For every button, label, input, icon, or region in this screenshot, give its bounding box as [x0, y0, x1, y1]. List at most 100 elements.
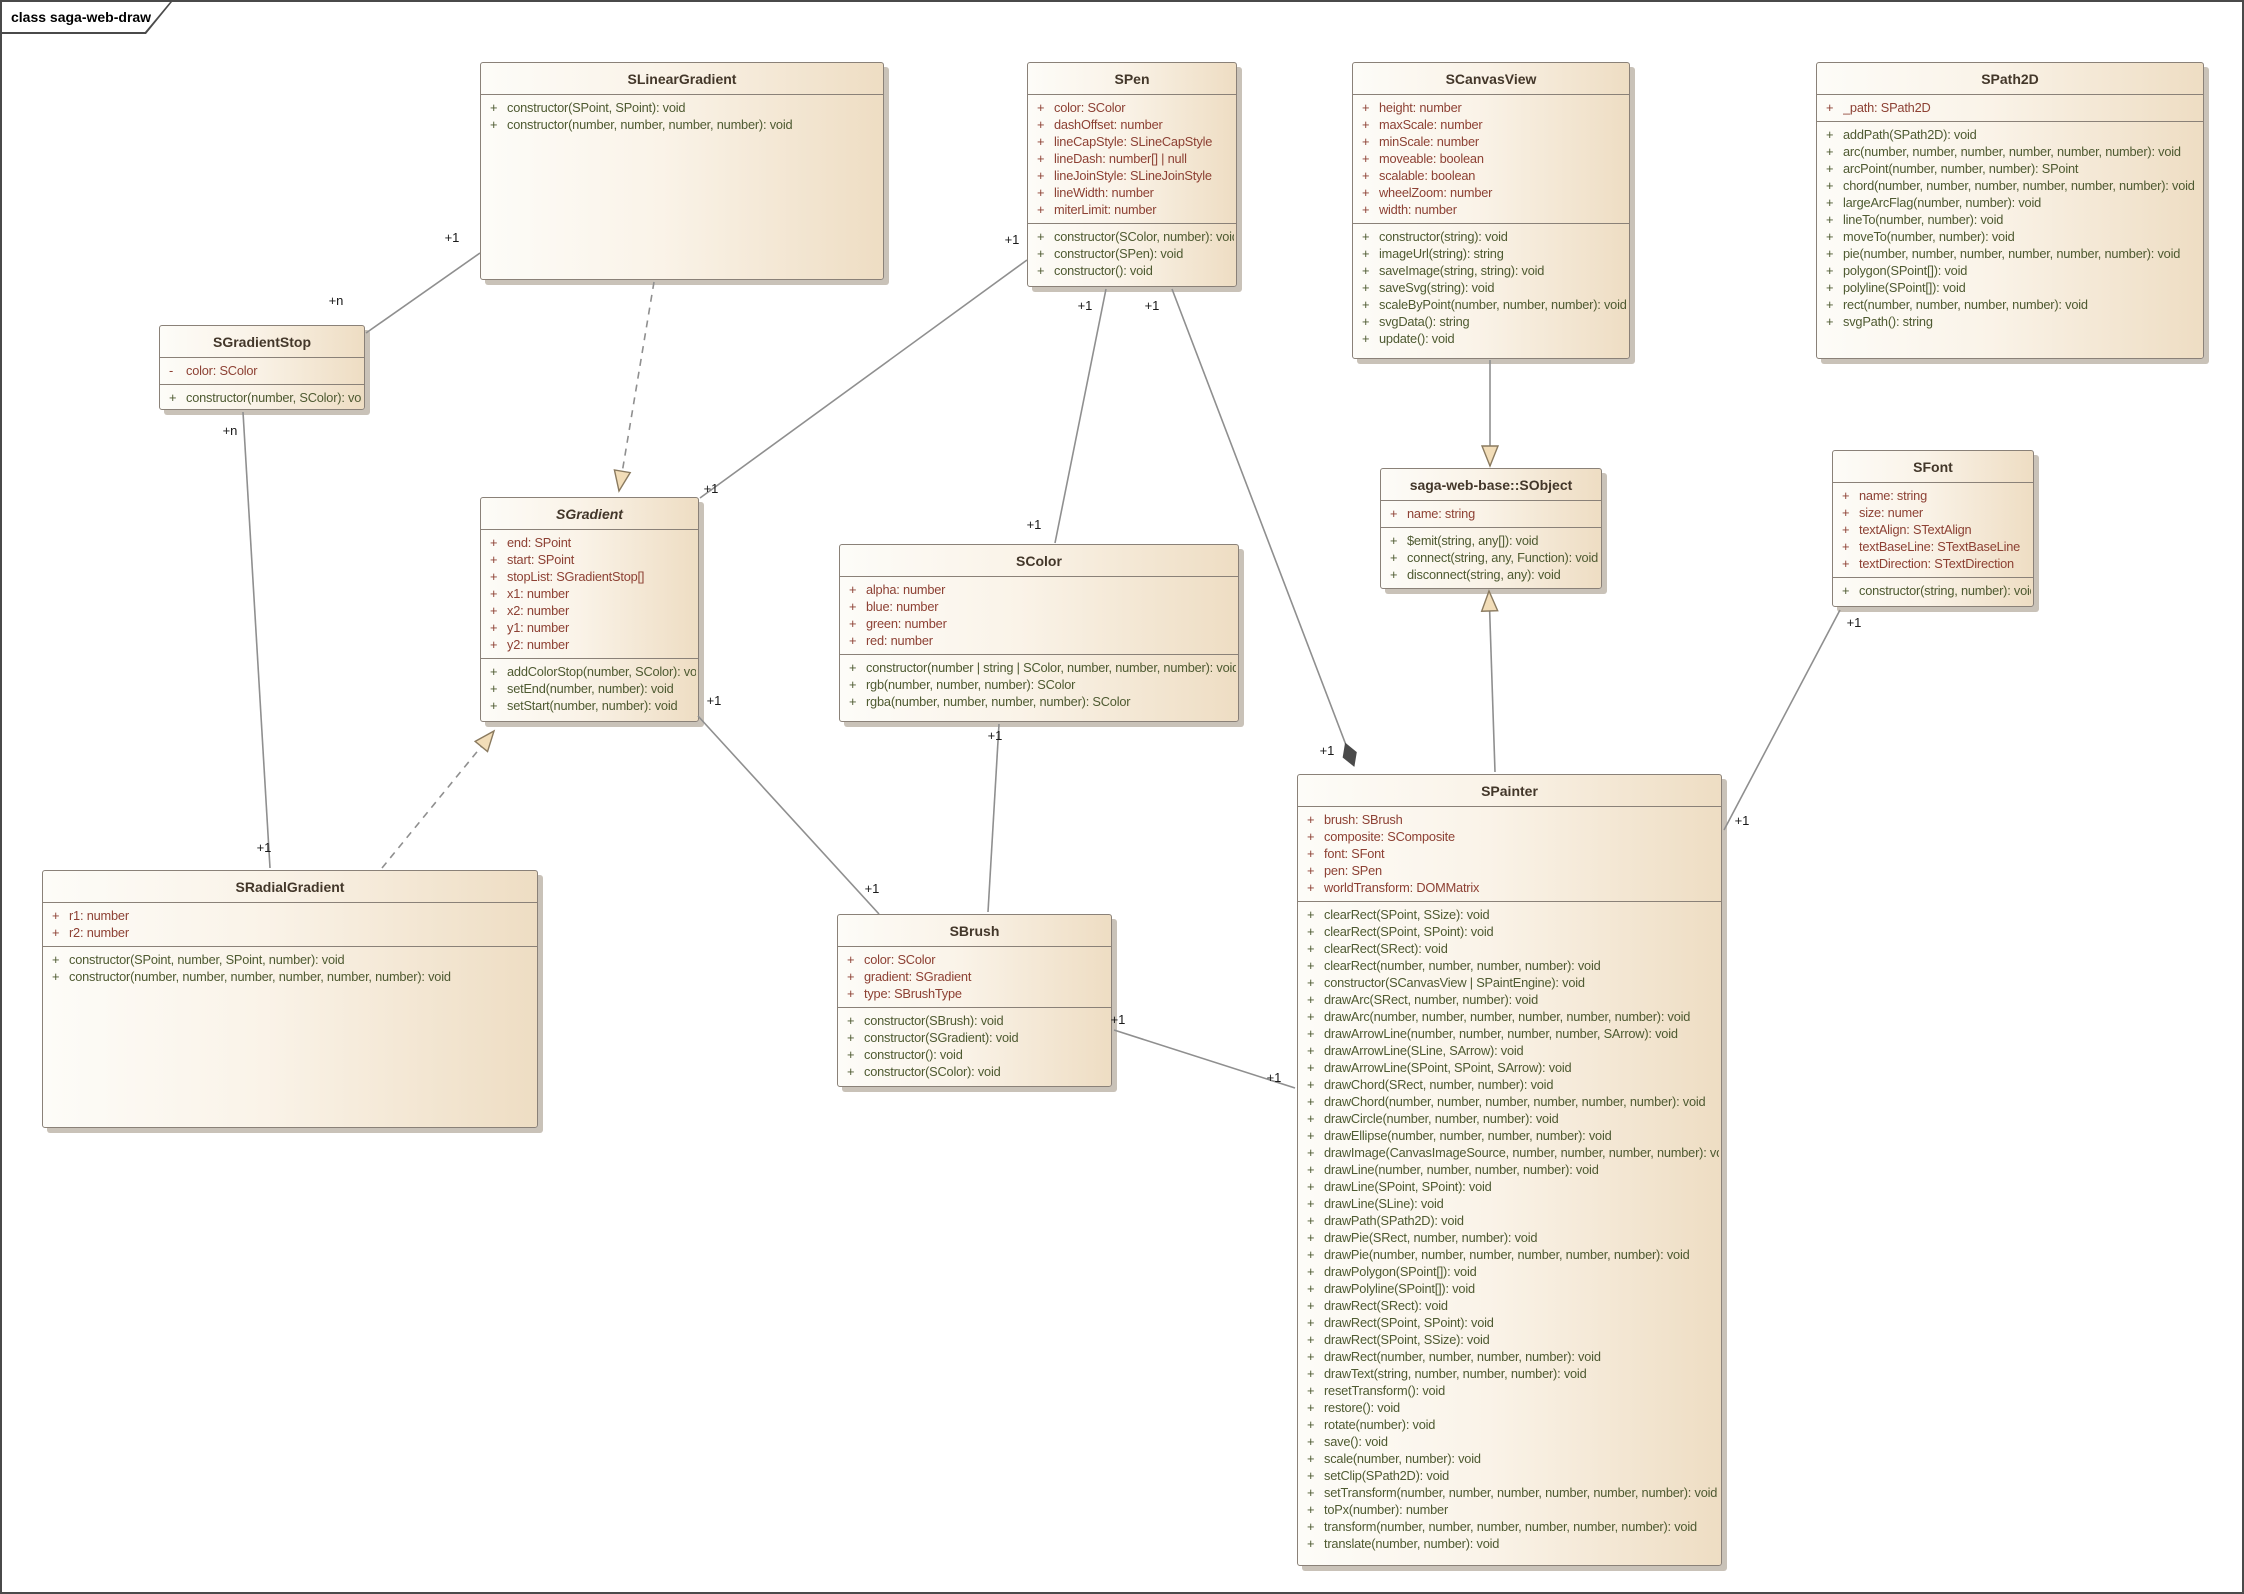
- method-row: +$emit(string, any[]): void: [1381, 532, 1599, 549]
- visibility-sign: +: [481, 680, 507, 697]
- method-row: +translate(number, number): void: [1298, 1535, 1719, 1552]
- method-row: +constructor(SPoint, number, SPoint, num…: [43, 951, 535, 968]
- method-row: +clearRect(SPoint, SSize): void: [1298, 906, 1719, 923]
- method-row: +drawImage(CanvasImageSource, number, nu…: [1298, 1144, 1719, 1161]
- method-text: setTransform(number, number, number, num…: [1324, 1484, 1719, 1501]
- attr-row: +y1: number: [481, 619, 696, 636]
- class-title: SPainter: [1298, 775, 1721, 806]
- method-text: constructor(SPoint, SPoint): void: [507, 99, 881, 116]
- method-row: +drawText(string, number, number, number…: [1298, 1365, 1719, 1382]
- attr-row: +brush: SBrush: [1298, 811, 1719, 828]
- visibility-sign: +: [1353, 116, 1379, 133]
- method-text: drawPolyline(SPoint[]): void: [1324, 1280, 1719, 1297]
- class-title: SCanvasView: [1353, 63, 1629, 94]
- attr-text: type: SBrushType: [864, 985, 1109, 1002]
- class-box-sradialgradient[interactable]: SRadialGradient+r1: number+r2: number+co…: [42, 870, 538, 1128]
- method-text: clearRect(number, number, number, number…: [1324, 957, 1719, 974]
- attr-row: +miterLimit: number: [1028, 201, 1234, 218]
- visibility-sign: +: [1381, 549, 1407, 566]
- visibility-sign: +: [1298, 1059, 1324, 1076]
- visibility-sign: +: [481, 663, 507, 680]
- visibility-sign: +: [1298, 1178, 1324, 1195]
- attr-row: +alpha: number: [840, 581, 1236, 598]
- visibility-sign: +: [1817, 228, 1843, 245]
- visibility-sign: +: [1298, 1110, 1324, 1127]
- method-text: constructor(): void: [1054, 262, 1234, 279]
- visibility-sign: +: [1833, 521, 1859, 538]
- methods-compartment: +constructor(number, SColor): void: [160, 384, 364, 411]
- method-row: +drawCircle(number, number, number): voi…: [1298, 1110, 1719, 1127]
- class-box-spainter[interactable]: SPainter+brush: SBrush+composite: SCompo…: [1297, 774, 1722, 1566]
- methods-compartment: +constructor(SPoint, number, SPoint, num…: [43, 946, 537, 990]
- attr-text: font: SFont: [1324, 845, 1719, 862]
- visibility-sign: +: [1028, 245, 1054, 262]
- attr-row: +x1: number: [481, 585, 696, 602]
- visibility-sign: +: [1298, 1348, 1324, 1365]
- visibility-sign: +: [43, 968, 69, 985]
- class-box-spen[interactable]: SPen+color: SColor+dashOffset: number+li…: [1027, 62, 1237, 287]
- method-text: drawText(string, number, number, number)…: [1324, 1365, 1719, 1382]
- method-row: +drawEllipse(number, number, number, num…: [1298, 1127, 1719, 1144]
- method-row: +setClip(SPath2D): void: [1298, 1467, 1719, 1484]
- multiplicity-label: +1: [707, 693, 722, 708]
- attr-text: brush: SBrush: [1324, 811, 1719, 828]
- class-title: SGradientStop: [160, 326, 364, 357]
- method-text: polygon(SPoint[]): void: [1843, 262, 2201, 279]
- attr-text: maxScale: number: [1379, 116, 1627, 133]
- method-text: toPx(number): number: [1324, 1501, 1719, 1518]
- method-text: connect(string, any, Function): void: [1407, 549, 1599, 566]
- attr-text: x1: number: [507, 585, 696, 602]
- class-box-scanvasview[interactable]: SCanvasView+height: number+maxScale: num…: [1352, 62, 1630, 359]
- class-box-sbrush[interactable]: SBrush+color: SColor+gradient: SGradient…: [837, 914, 1112, 1087]
- class-box-scolor[interactable]: SColor+alpha: number+blue: number+green:…: [839, 544, 1239, 722]
- attr-row: +textDirection: STextDirection: [1833, 555, 2031, 572]
- method-text: drawPie(SRect, number, number): void: [1324, 1229, 1719, 1246]
- multiplicity-label: +1: [1847, 615, 1862, 630]
- method-row: +constructor(number, SColor): void: [160, 389, 362, 406]
- attr-row: +lineDash: number[] | null: [1028, 150, 1234, 167]
- visibility-sign: +: [481, 99, 507, 116]
- attr-row: +height: number: [1353, 99, 1627, 116]
- attr-text: textBaseLine: STextBaseLine: [1859, 538, 2031, 555]
- methods-compartment: +constructor(string, number): void: [1833, 577, 2033, 604]
- method-text: svgData(): string: [1379, 313, 1627, 330]
- visibility-sign: +: [1817, 262, 1843, 279]
- attr-text: y2: number: [507, 636, 696, 653]
- visibility-sign: +: [1353, 201, 1379, 218]
- method-text: drawPath(SPath2D): void: [1324, 1212, 1719, 1229]
- attr-row: +textAlign: STextAlign: [1833, 521, 2031, 538]
- method-text: resetTransform(): void: [1324, 1382, 1719, 1399]
- class-box-sgradientstop[interactable]: SGradientStop-color: SColor+constructor(…: [159, 325, 365, 410]
- class-title: SGradient: [481, 498, 698, 529]
- visibility-sign: +: [840, 598, 866, 615]
- class-box-sfont[interactable]: SFont+name: string+size: numer+textAlign…: [1832, 450, 2034, 607]
- visibility-sign: +: [43, 907, 69, 924]
- visibility-sign: +: [1298, 1195, 1324, 1212]
- method-row: +update(): void: [1353, 330, 1627, 347]
- attr-row: +moveable: boolean: [1353, 150, 1627, 167]
- attr-text: minScale: number: [1379, 133, 1627, 150]
- method-row: +drawPie(number, number, number, number,…: [1298, 1246, 1719, 1263]
- attr-row: +_path: SPath2D: [1817, 99, 2201, 116]
- method-row: +constructor(SCanvasView | SPaintEngine)…: [1298, 974, 1719, 991]
- attr-row: +red: number: [840, 632, 1236, 649]
- visibility-sign: +: [1833, 538, 1859, 555]
- attr-text: blue: number: [866, 598, 1236, 615]
- connector-sbrush-scolor: [988, 724, 999, 912]
- class-box-saga-web-base-sobject[interactable]: saga-web-base::SObject+name: string+$emi…: [1380, 468, 1602, 589]
- method-row: +moveTo(number, number): void: [1817, 228, 2201, 245]
- class-box-sgradient[interactable]: SGradient+end: SPoint+start: SPoint+stop…: [480, 497, 699, 722]
- class-box-slineargradient[interactable]: SLinearGradient+constructor(SPoint, SPoi…: [480, 62, 884, 280]
- class-box-spath2d[interactable]: SPath2D+_path: SPath2D+addPath(SPath2D):…: [1816, 62, 2204, 359]
- method-row: +constructor(SGradient): void: [838, 1029, 1109, 1046]
- method-row: +drawArrowLine(SLine, SArrow): void: [1298, 1042, 1719, 1059]
- frame-title: class saga-web-draw: [2, 2, 170, 32]
- multiplicity-label: +1: [1005, 232, 1020, 247]
- visibility-sign: +: [481, 602, 507, 619]
- attr-row: +pen: SPen: [1298, 862, 1719, 879]
- attr-row: +blue: number: [840, 598, 1236, 615]
- method-text: scaleByPoint(number, number, number): vo…: [1379, 296, 1627, 313]
- method-text: constructor(number, number, number, numb…: [507, 116, 881, 133]
- multiplicity-label: +1: [1078, 298, 1093, 313]
- visibility-sign: +: [1298, 906, 1324, 923]
